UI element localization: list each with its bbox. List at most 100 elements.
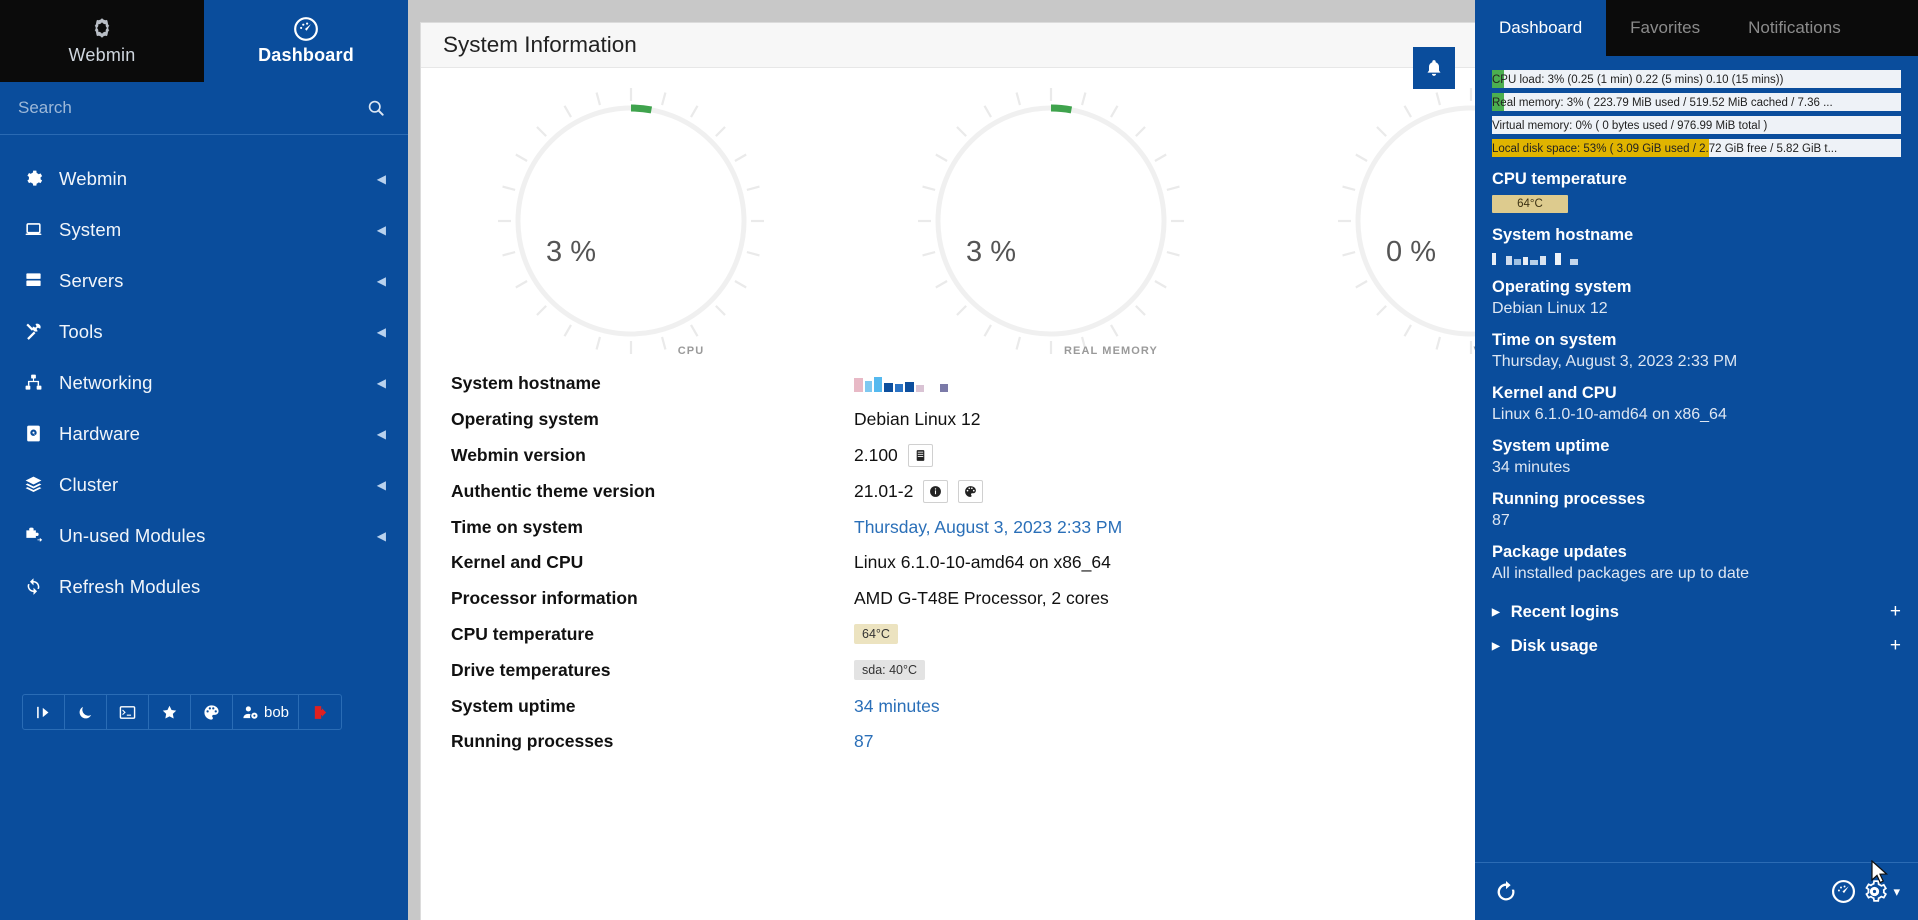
disk-space-bar[interactable]: Local disk space: 53% ( 3.09 GiB used / …: [1492, 139, 1901, 157]
virtual-memory-bar[interactable]: Virtual memory: 0% ( 0 bytes used / 976.…: [1492, 116, 1901, 134]
laptop-icon: [20, 220, 46, 239]
sidebar-item-label: Servers: [59, 269, 124, 291]
accordion-disk-usage[interactable]: ▶ Disk usage +: [1492, 629, 1901, 663]
moon-icon: [77, 704, 94, 721]
gauge-value: 3 %: [966, 236, 1016, 268]
gear-icon: [1862, 879, 1888, 904]
server-rack-icon: [20, 271, 46, 290]
gauge-value: 3 %: [546, 236, 596, 268]
refresh-button[interactable]: [1493, 879, 1519, 905]
row-label: Authentic theme version: [451, 480, 656, 501]
brand-webmin-label: Webmin: [68, 45, 136, 65]
brand-dashboard[interactable]: Dashboard: [204, 0, 408, 82]
page-header: System Information: [421, 23, 1475, 68]
collapse-sidebar-button[interactable]: [23, 695, 65, 729]
theme-info-button[interactable]: [923, 479, 949, 503]
favorites-button[interactable]: [149, 695, 191, 729]
expand-icon[interactable]: +: [1890, 601, 1901, 623]
row-value: Linux 6.1.0-10-amd64 on x86_64: [854, 552, 1111, 573]
table-row: CPU temperature 64°C: [421, 617, 1475, 653]
sidebar-item-label: Refresh Modules: [59, 575, 201, 597]
gauge-arc: [630, 104, 653, 114]
sidebar-item-servers[interactable]: Servers ◀: [0, 255, 408, 306]
chevron-left-icon: ◀: [376, 477, 386, 492]
tab-label: Dashboard: [1499, 18, 1583, 37]
section-operating-system: Operating system Debian Linux 12: [1492, 278, 1901, 318]
row-value-link[interactable]: Thursday, August 3, 2023 2:33 PM: [854, 517, 1122, 538]
sidebar-item-networking[interactable]: Networking ◀: [0, 357, 408, 408]
row-label: Webmin version: [451, 444, 586, 465]
cpu-temperature-badge: 64°C: [854, 624, 898, 645]
section-heading: Package updates: [1492, 543, 1627, 561]
sidebar-item-refresh-modules[interactable]: Refresh Modules: [0, 561, 408, 612]
row-label: CPU temperature: [451, 623, 594, 644]
cpu-load-bar[interactable]: CPU load: 3% (0.25 (1 min) 0.22 (5 mins)…: [1492, 70, 1901, 88]
right-panel-tabs: Dashboard Favorites Notifications: [1475, 0, 1918, 56]
row-value: AMD G-T48E Processor, 2 cores: [854, 588, 1109, 609]
section-cpu-temperature: CPU temperature 64°C: [1492, 170, 1901, 213]
tab-label: Favorites: [1630, 18, 1701, 37]
expand-icon[interactable]: +: [1890, 635, 1901, 657]
dark-mode-button[interactable]: [65, 695, 107, 729]
brand-dashboard-label: Dashboard: [258, 45, 354, 65]
footer-settings-caret[interactable]: ▾: [1893, 884, 1900, 900]
main-area: System Information 3 % CPU 3 % REAL MEMO…: [408, 0, 1475, 920]
gear-icon: [20, 169, 46, 188]
tab-notifications[interactable]: Notifications: [1724, 0, 1865, 56]
tab-favorites[interactable]: Favorites: [1606, 0, 1724, 56]
sidebar-item-label: Tools: [59, 320, 103, 342]
theme-settings-button[interactable]: [958, 479, 984, 503]
sidebar-item-label: System: [59, 218, 122, 240]
row-value: 21.01-2: [854, 480, 914, 501]
dashboard-icon: [293, 16, 319, 42]
puzzle-icon: [20, 526, 46, 545]
sidebar-search[interactable]: [0, 82, 408, 135]
sidebar-item-label: Cluster: [59, 473, 119, 495]
sidebar-bottom-toolbar: bob: [22, 694, 343, 730]
book-icon: [914, 449, 927, 462]
chevron-left-icon: ◀: [376, 222, 386, 237]
footer-settings-button[interactable]: [1862, 879, 1888, 904]
row-value-link[interactable]: 34 minutes: [854, 696, 940, 717]
sidebar: Webmin Dashboard Webmin ◀ System ◀ Serve…: [0, 0, 408, 920]
section-heading: Running processes: [1492, 490, 1646, 508]
row-value-link[interactable]: 87: [854, 731, 873, 752]
sidebar-item-system[interactable]: System ◀: [0, 204, 408, 255]
sidebar-item-tools[interactable]: Tools ◀: [0, 306, 408, 357]
row-value: Debian Linux 12: [854, 409, 981, 430]
user-cog-icon: [242, 704, 259, 721]
sidebar-item-label: Webmin: [59, 167, 128, 189]
terminal-button[interactable]: [107, 695, 149, 729]
redacted-hostname: [854, 376, 948, 392]
sidebar-item-webmin[interactable]: Webmin ◀: [0, 153, 408, 204]
theme-palette-button[interactable]: [191, 695, 233, 729]
accordion-recent-logins[interactable]: ▶ Recent logins +: [1492, 595, 1901, 629]
gauge-arc: [1050, 104, 1073, 114]
sidebar-item-unused-modules[interactable]: Un-used Modules ◀: [0, 510, 408, 561]
chevron-left-icon: ◀: [376, 375, 386, 390]
sidebar-item-hardware[interactable]: Hardware ◀: [0, 408, 408, 459]
row-label: System uptime: [451, 695, 576, 716]
bar-label: Local disk space: 53% ( 3.09 GiB used / …: [1492, 143, 1838, 155]
chevron-right-icon: ▶: [1492, 640, 1500, 652]
gauge-label: REAL MEMORY: [1064, 345, 1158, 356]
brand-webmin[interactable]: Webmin: [0, 0, 204, 82]
real-memory-bar[interactable]: Real memory: 3% ( 223.79 MiB used / 519.…: [1492, 93, 1901, 111]
section-heading: Kernel and CPU: [1492, 384, 1617, 402]
sidebar-item-cluster[interactable]: Cluster ◀: [0, 459, 408, 510]
table-row: Operating system Debian Linux 12: [421, 402, 1475, 438]
section-heading: Operating system: [1492, 278, 1632, 296]
gauge-real-memory: 3 % REAL MEMORY: [841, 86, 1261, 358]
redacted-hostname: [1492, 251, 1901, 265]
footer-dashboard-button[interactable]: [1831, 879, 1856, 904]
sidebar-brand-row: Webmin Dashboard: [0, 0, 408, 82]
tab-dashboard[interactable]: Dashboard: [1475, 0, 1607, 56]
search-input[interactable]: [18, 98, 366, 118]
search-icon[interactable]: [366, 98, 386, 118]
logout-button[interactable]: [299, 695, 341, 729]
user-name-label: bob: [264, 703, 290, 721]
changelog-button[interactable]: [907, 443, 933, 467]
user-button[interactable]: bob: [233, 695, 300, 729]
gauge-value: 0 %: [1386, 236, 1436, 268]
notifications-button[interactable]: [1413, 47, 1455, 89]
